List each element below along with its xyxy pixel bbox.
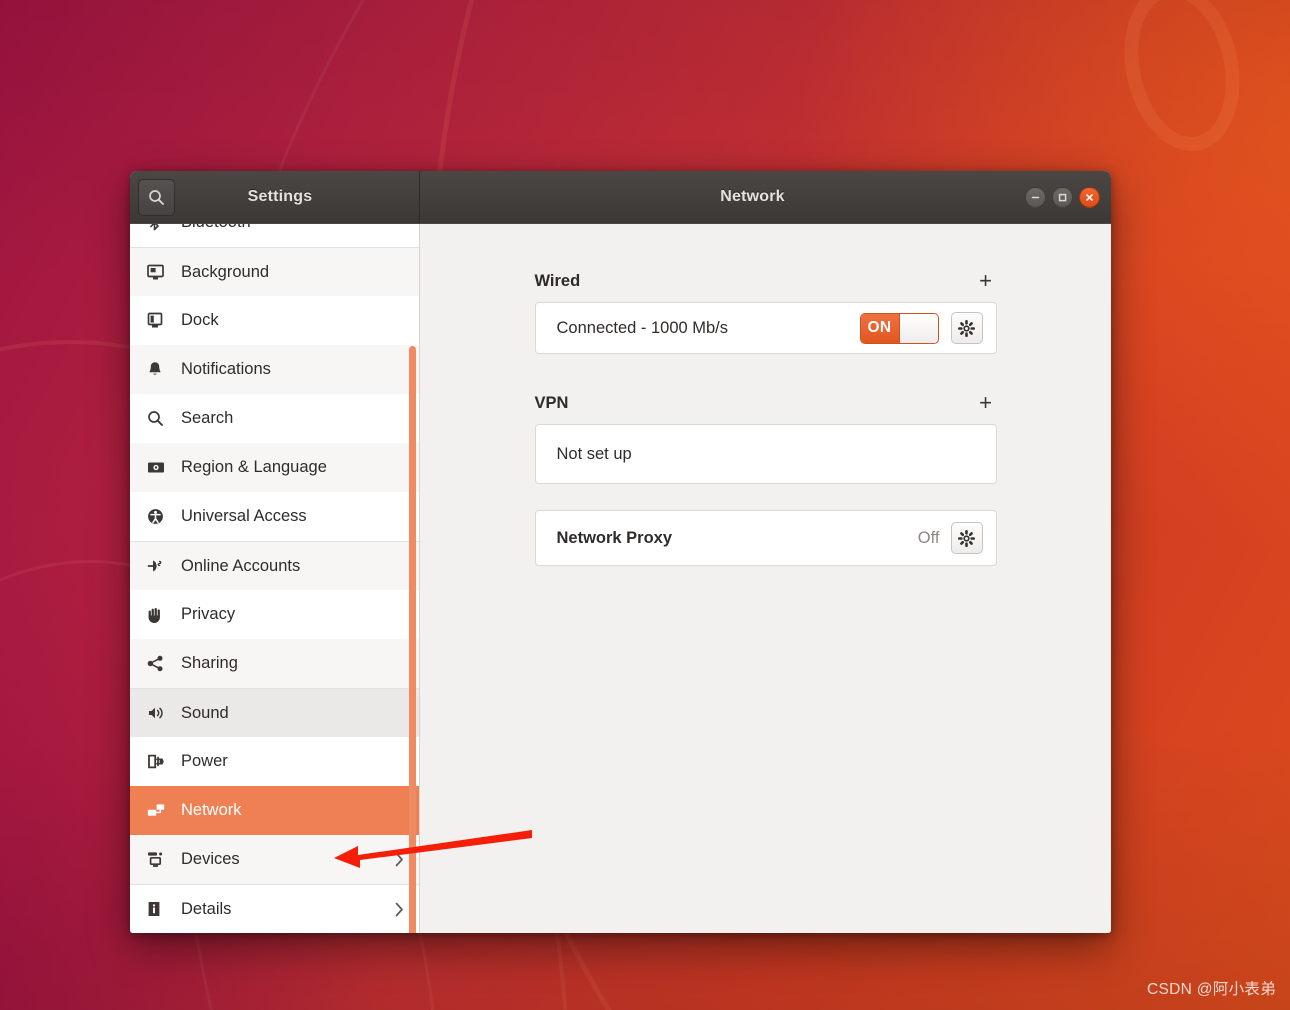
sidebar-item-region-language[interactable]: Region & Language	[130, 443, 419, 492]
sidebar-item-notifications[interactable]: Notifications	[130, 345, 419, 394]
network-proxy-label: Network Proxy	[556, 528, 673, 547]
sidebar-item-label: Sharing	[181, 654, 238, 672]
hand-icon	[147, 606, 173, 623]
bell-icon	[147, 361, 173, 378]
network-panel-inner: Wired + Connected - 1000 Mb/s ON VPN + N…	[534, 270, 997, 566]
sidebar-item-label: Network	[181, 801, 242, 819]
sidebar-item-sharing[interactable]: Sharing	[130, 639, 419, 688]
wired-toggle-state: ON	[860, 313, 899, 343]
search-button[interactable]	[138, 178, 175, 216]
sidebar-item-label: Region & Language	[181, 458, 327, 476]
titlebar-right: Network	[420, 171, 1111, 223]
sidebar-item-label: Power	[181, 752, 228, 770]
sidebar-item-label: Details	[181, 899, 232, 918]
vpn-status-label: Not set up	[556, 444, 632, 463]
wired-toggle[interactable]: ON	[859, 312, 939, 344]
titlebar-left: Settings	[130, 171, 420, 223]
sidebar-item-privacy[interactable]: Privacy	[130, 590, 419, 639]
sidebar-item-dock[interactable]: Dock	[130, 296, 419, 345]
sidebar-item-power[interactable]: Power	[130, 737, 419, 786]
sidebar-item-label: Background	[181, 262, 270, 281]
bluetooth-icon	[147, 224, 173, 231]
window-titlebar: Settings Network	[130, 171, 1111, 224]
close-icon	[1086, 193, 1093, 201]
sidebar-item-label: Privacy	[181, 605, 236, 623]
dock-icon	[147, 312, 173, 329]
power-plug-icon	[147, 753, 173, 770]
gear-icon	[958, 529, 975, 547]
settings-window: Settings Network Background Dock Notific…	[130, 171, 1111, 933]
close-button[interactable]	[1079, 186, 1100, 208]
sidebar-item-bluetooth[interactable]: Bluetooth	[130, 224, 419, 247]
sidebar-item-label: Online Accounts	[181, 556, 301, 575]
settings-sidebar: Bluetooth Background	[130, 224, 420, 933]
sidebar-scrollbar[interactable]	[405, 224, 419, 933]
speaker-icon	[147, 705, 173, 721]
wallpaper-ring	[1109, 0, 1255, 162]
background-icon	[147, 264, 173, 281]
online-accounts-icon	[147, 558, 173, 574]
watermark: CSDN @阿小表弟	[1147, 981, 1276, 998]
wired-status-label: Connected - 1000 Mb/s	[556, 318, 729, 337]
sidebar-scrollbar-thumb[interactable]	[409, 346, 416, 933]
wired-section-header: Wired +	[535, 270, 997, 292]
wired-title: Wired	[534, 271, 581, 290]
vpn-row: Not set up	[534, 424, 997, 484]
sidebar-item-details[interactable]: Details	[130, 884, 419, 933]
chevron-right-icon	[394, 851, 405, 868]
devices-icon	[147, 851, 173, 868]
add-vpn-button[interactable]: +	[975, 392, 997, 414]
network-settings-panel: Wired + Connected - 1000 Mb/s ON VPN + N…	[420, 224, 1111, 933]
sidebar-item-search[interactable]: Search	[130, 394, 419, 443]
sidebar-item-background[interactable]: Background	[130, 247, 419, 296]
wired-toggle-knob	[898, 313, 938, 343]
gear-icon	[958, 319, 975, 337]
window-body: Bluetooth Background	[130, 224, 1111, 933]
vpn-title: VPN	[534, 393, 569, 412]
sidebar-item-label: Bluetooth	[181, 224, 251, 232]
sidebar-item-network[interactable]: Network	[130, 786, 419, 835]
sidebar-item-devices[interactable]: Devices	[130, 835, 419, 884]
network-proxy-value: Off	[917, 528, 940, 547]
sidebar-item-label: Notifications	[181, 360, 271, 378]
network-proxy-settings-button[interactable]	[950, 522, 983, 554]
settings-title: Settings	[247, 188, 313, 205]
minimize-button[interactable]	[1025, 186, 1046, 208]
sidebar-item-label: Devices	[181, 850, 240, 868]
chevron-right-icon	[394, 901, 405, 918]
sidebar-scroll-area: Bluetooth Background	[130, 224, 419, 933]
share-icon	[147, 655, 173, 672]
sidebar-item-universal-access[interactable]: Universal Access	[130, 492, 419, 541]
maximize-icon	[1058, 193, 1067, 201]
minimize-icon	[1031, 196, 1040, 198]
wired-settings-button[interactable]	[950, 312, 983, 344]
network-proxy-row[interactable]: Network Proxy Off	[534, 510, 997, 566]
sidebar-item-label: Universal Access	[181, 507, 307, 525]
search-icon	[149, 189, 164, 205]
sidebar-item-label: Dock	[181, 311, 219, 329]
sidebar-item-label: Search	[181, 409, 234, 427]
info-icon	[147, 901, 173, 917]
search-icon	[147, 410, 173, 427]
maximize-button[interactable]	[1052, 186, 1073, 208]
network-icon	[147, 803, 173, 819]
accessibility-icon	[147, 508, 173, 525]
page-title: Network	[720, 188, 785, 205]
sidebar-item-sound[interactable]: Sound	[130, 688, 419, 737]
window-controls	[1025, 186, 1111, 208]
wired-connection-row: Connected - 1000 Mb/s ON	[534, 302, 997, 354]
sidebar-item-online-accounts[interactable]: Online Accounts	[130, 541, 419, 590]
vpn-section-header: VPN +	[535, 392, 997, 414]
desktop-wallpaper: Settings Network Background Dock Notific…	[0, 0, 1290, 1010]
flag-icon	[147, 460, 173, 475]
add-wired-button[interactable]: +	[975, 270, 997, 292]
sidebar-item-label: Sound	[181, 703, 229, 722]
